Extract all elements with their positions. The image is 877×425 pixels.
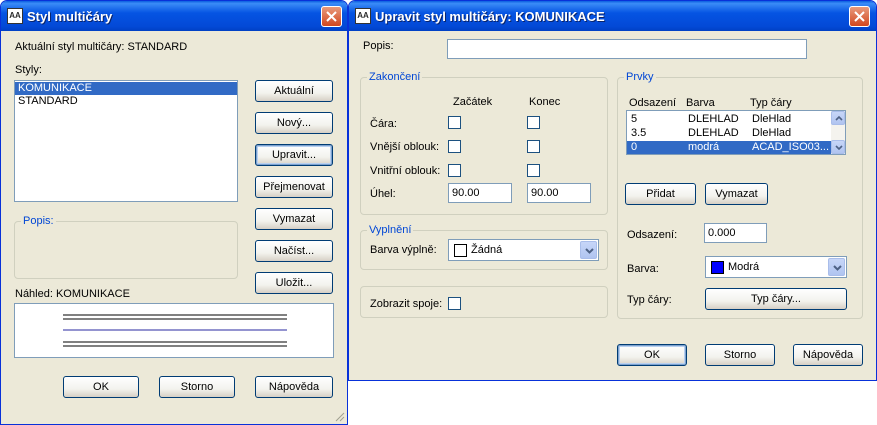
fill-title: Vyplnění [367,224,414,236]
description-label: Popis: [363,40,394,52]
caps-start-header: Začátek [453,96,493,108]
show-joints-label: Zobrazit spoje: [370,298,443,310]
close-icon [326,11,337,22]
linetype-label: Typ čáry: [627,294,672,306]
caps-end-header: Konec [529,96,561,108]
dialog-title: Upravit styl multičáry: KOMUNIKACE [375,9,605,24]
close-button[interactable] [849,6,870,27]
cancel-button[interactable]: Storno [159,376,235,398]
edit-button[interactable]: Upravit... [255,144,333,166]
delete-element-button[interactable]: Vymazat [705,183,768,205]
chevron-down-icon [833,265,842,271]
rename-button[interactable]: Přejmenovat [255,176,333,198]
table-row[interactable]: 5 DLEHLAD DleHlad [627,113,845,126]
help-button[interactable]: Nápověda [793,344,863,366]
resize-grip-icon[interactable] [333,410,345,422]
elements-scrollbar[interactable] [831,111,845,154]
table-row[interactable]: 0 modrá ACAD_ISO03... [627,141,831,154]
outer-arc-start-checkbox[interactable] [448,140,461,153]
outer-arc-end-checkbox[interactable] [527,140,540,153]
multiline-preview [63,314,287,347]
caps-title: Zakončení [367,71,423,83]
scroll-down-button[interactable] [831,140,845,154]
close-button[interactable] [321,6,342,27]
title-bar[interactable]: AA Upravit styl multičáry: KOMUNIKACE [349,1,876,31]
color-value: Modrá [728,261,760,273]
save-button[interactable]: Uložit... [255,272,333,294]
color-dropdown[interactable]: Modrá [705,256,847,278]
edit-multiline-style-dialog: AA Upravit styl multičáry: KOMUNIKACE Po… [348,0,877,381]
load-button[interactable]: Načíst... [255,240,333,262]
color-swatch [711,261,724,274]
delete-button[interactable]: Vymazat [255,208,333,230]
dropdown-button[interactable] [828,258,845,276]
add-element-button[interactable]: Přidat [625,183,696,205]
ok-button[interactable]: OK [617,344,687,366]
offset-input[interactable]: 0.000 [704,223,767,243]
show-joints-checkbox[interactable] [448,297,461,310]
ok-button[interactable]: OK [63,376,139,398]
preview-area [14,303,334,358]
offset-label: Odsazení: [627,229,678,241]
description-input[interactable] [447,39,807,59]
chevron-up-icon [835,116,843,121]
title-bar[interactable]: AA Styl multičáry [1,1,347,31]
list-item[interactable]: KOMUNIKACE [15,82,237,95]
inner-arc-start-checkbox[interactable] [448,164,461,177]
caps-line-label: Čára: [370,118,397,130]
elements-list[interactable]: 5 DLEHLAD DleHlad 3.5 DLEHLAD DleHlad 0 … [626,110,846,155]
column-header-offset: Odsazení [629,97,677,109]
chevron-down-icon [835,145,843,150]
scroll-up-button[interactable] [831,111,845,125]
autocad-app-icon: AA [355,8,371,24]
multiline-style-dialog: AA Styl multičáry Aktuální styl multičár… [0,0,348,425]
set-current-button[interactable]: Aktuální [255,80,333,102]
column-header-color: Barva [686,97,715,109]
autocad-app-icon: AA [7,8,23,24]
dialog-title: Styl multičáry [27,9,113,24]
elements-title: Prvky [624,71,656,83]
fill-color-dropdown[interactable]: Žádná [448,239,599,261]
chevron-down-icon [585,248,594,254]
styles-label: Styly: [15,64,42,76]
table-row[interactable]: 3.5 DLEHLAD DleHlad [627,127,845,140]
styles-list[interactable]: KOMUNIKACE STANDARD [14,80,238,202]
angle-end-input[interactable]: 90.00 [527,183,591,203]
fill-color-swatch [454,244,467,257]
cancel-button[interactable]: Storno [705,344,775,366]
line-start-checkbox[interactable] [448,116,461,129]
line-end-checkbox[interactable] [527,116,540,129]
help-button[interactable]: Nápověda [255,376,333,398]
dropdown-button[interactable] [580,241,597,259]
angle-start-input[interactable]: 90.00 [448,183,512,203]
inner-arc-end-checkbox[interactable] [527,164,540,177]
list-item[interactable]: STANDARD [15,95,237,108]
preview-label: Náhled: KOMUNIKACE [15,288,130,300]
caps-inner-arc-label: Vnitřní oblouk: [370,165,441,177]
description-label: Popis: [21,215,56,227]
close-icon [854,11,865,22]
fill-color-label: Barva výplně: [370,244,437,256]
new-button[interactable]: Nový... [255,112,333,134]
linetype-button[interactable]: Typ čáry... [705,288,847,310]
current-style-label: Aktuální styl multičáry: STANDARD [15,41,188,53]
caps-angle-label: Úhel: [370,188,396,200]
fill-color-value: Žádná [471,244,503,256]
color-label: Barva: [627,263,659,275]
description-group: Popis: [14,215,238,279]
caps-outer-arc-label: Vnější oblouk: [370,141,440,153]
column-header-linetype: Typ čáry [750,97,792,109]
